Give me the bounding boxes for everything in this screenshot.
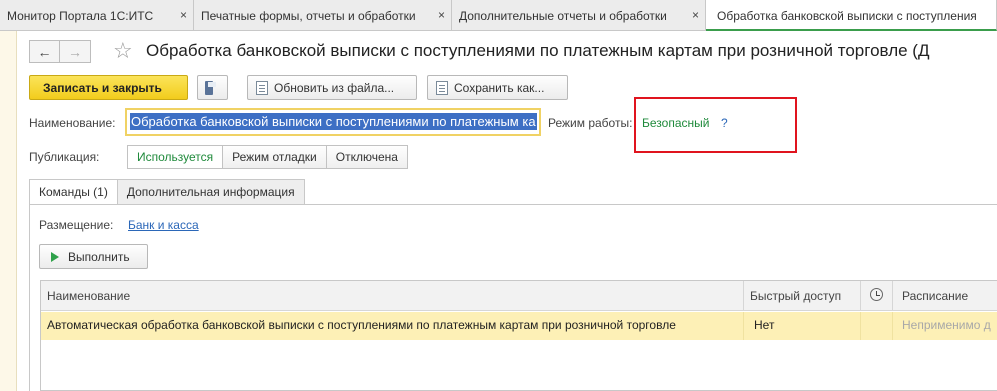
column-header-quick-access[interactable]: Быстрый доступ [744, 281, 861, 311]
update-from-file-label: Обновить из файла... [274, 80, 395, 95]
arrow-right-icon: → [68, 43, 82, 60]
tab-print-forms[interactable]: Печатные формы, отчеты и обработки × [194, 0, 452, 31]
inner-tabs: Команды (1) Дополнительная информация [29, 179, 305, 205]
tab-label: Печатные формы, отчеты и обработки [201, 9, 416, 23]
name-input[interactable]: Обработка банковской выписки с поступлен… [125, 108, 541, 136]
tab-label: Монитор Портала 1С:ИТС [7, 9, 154, 23]
column-header-clock[interactable] [861, 281, 893, 311]
tab-label: Обработка банковской выписки с поступлен… [717, 9, 977, 23]
run-label: Выполнить [68, 249, 130, 264]
table-row[interactable]: Автоматическая обработка банковской выпи… [41, 312, 997, 340]
close-icon[interactable]: × [438, 8, 445, 22]
tab-strip: Монитор Портала 1С:ИТС × Печатные формы,… [0, 0, 997, 31]
save-button[interactable] [197, 75, 228, 100]
name-value: Обработка банковской выписки с поступлен… [130, 113, 537, 130]
publication-option-disabled[interactable]: Отключена [326, 145, 408, 169]
publication-option-used[interactable]: Используется [127, 145, 224, 169]
tab-additional-reports[interactable]: Дополнительные отчеты и обработки × [452, 0, 706, 31]
annotation-highlight [634, 97, 797, 153]
copy-document-icon [436, 80, 448, 95]
row-schedule: Неприменимо д [902, 318, 991, 332]
run-button[interactable]: Выполнить [39, 244, 148, 269]
tab-label: Дополнительные отчеты и обработки [459, 9, 667, 23]
page-title: Обработка банковской выписки с поступлен… [146, 41, 930, 60]
column-header-name[interactable]: Наименование [41, 281, 744, 311]
tab-bank-statement[interactable]: Обработка банковской выписки с поступлен… [706, 0, 997, 31]
save-as-button[interactable]: Сохранить как... [427, 75, 568, 100]
publication-toggle: Используется Режим отладки Отключена [127, 145, 408, 169]
column-header-schedule[interactable]: Расписание [893, 281, 997, 311]
left-panel-edge [0, 31, 17, 391]
save-as-label: Сохранить как... [454, 80, 545, 95]
tab-additional-info[interactable]: Дополнительная информация [117, 179, 305, 205]
update-from-file-button[interactable]: Обновить из файла... [247, 75, 417, 100]
floppy-disk-icon [205, 80, 216, 95]
save-and-close-button[interactable]: Записать и закрыть [29, 75, 188, 100]
play-icon [51, 251, 59, 262]
placement-label: Размещение: [39, 218, 114, 232]
navigation-buttons: ← → [29, 40, 91, 63]
close-icon[interactable]: × [692, 8, 699, 22]
commands-table: Наименование Быстрый доступ Расписание А… [40, 280, 997, 391]
row-clock [861, 312, 893, 340]
row-name: Автоматическая обработка банковской выпи… [41, 312, 744, 340]
publication-label: Публикация: [29, 150, 100, 164]
table-header: Наименование Быстрый доступ Расписание [41, 281, 997, 311]
placement-link[interactable]: Банк и касса [128, 218, 199, 232]
save-and-close-label: Записать и закрыть [43, 80, 162, 95]
arrow-left-icon: ← [37, 43, 52, 60]
star-icon[interactable]: ☆ [113, 38, 133, 64]
mode-label: Режим работы: [548, 116, 633, 130]
name-label: Наименование: [29, 116, 116, 130]
forward-button[interactable]: → [60, 40, 91, 63]
close-icon[interactable]: × [180, 8, 187, 22]
publication-option-debug[interactable]: Режим отладки [223, 145, 327, 169]
tab-portal-monitor[interactable]: Монитор Портала 1С:ИТС × [0, 0, 194, 31]
clock-icon [870, 288, 883, 301]
back-button[interactable]: ← [29, 40, 60, 63]
tab-commands[interactable]: Команды (1) [29, 179, 118, 205]
document-icon [256, 80, 268, 95]
row-quick-access[interactable]: Нет [744, 312, 861, 340]
